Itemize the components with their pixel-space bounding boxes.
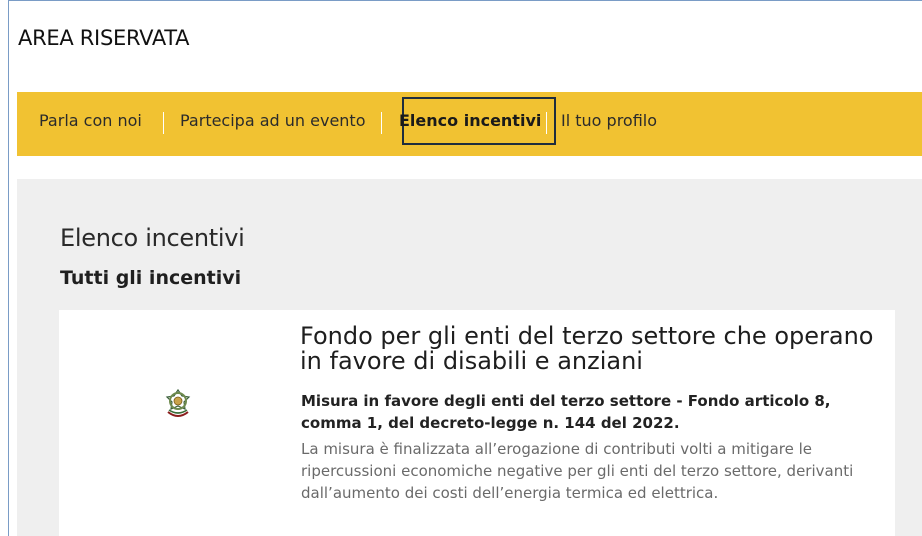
nav-separator bbox=[381, 112, 382, 134]
nav-item-partecipa-evento[interactable]: Partecipa ad un evento bbox=[180, 111, 366, 130]
incentive-subtitle: Misura in favore degli enti del terzo se… bbox=[301, 392, 831, 432]
page-heading: Elenco incentivi bbox=[60, 224, 245, 252]
incentive-title[interactable]: Fondo per gli enti del terzo settore che… bbox=[300, 324, 892, 374]
nav-item-parla-con-noi[interactable]: Parla con noi bbox=[39, 111, 142, 130]
nav-separator bbox=[546, 112, 547, 134]
nav-item-il-tuo-profilo[interactable]: Il tuo profilo bbox=[561, 111, 657, 130]
content-area: Elenco incentivi Tutti gli incentivi Fon… bbox=[17, 179, 922, 536]
main-nav: Parla con noi Partecipa ad un evento Ele… bbox=[17, 92, 922, 156]
section-subheading: Tutti gli incentivi bbox=[60, 267, 242, 289]
italian-emblem-icon bbox=[165, 388, 191, 417]
area-title: AREA RISERVATA bbox=[18, 26, 190, 50]
incentive-card[interactable]: Fondo per gli enti del terzo settore che… bbox=[59, 310, 895, 536]
nav-item-elenco-incentivi[interactable]: Elenco incentivi bbox=[399, 111, 541, 130]
nav-separator bbox=[163, 112, 164, 134]
ministry-logo bbox=[75, 388, 281, 458]
incentive-description: La misura è finalizzata all’erogazione d… bbox=[301, 440, 854, 502]
